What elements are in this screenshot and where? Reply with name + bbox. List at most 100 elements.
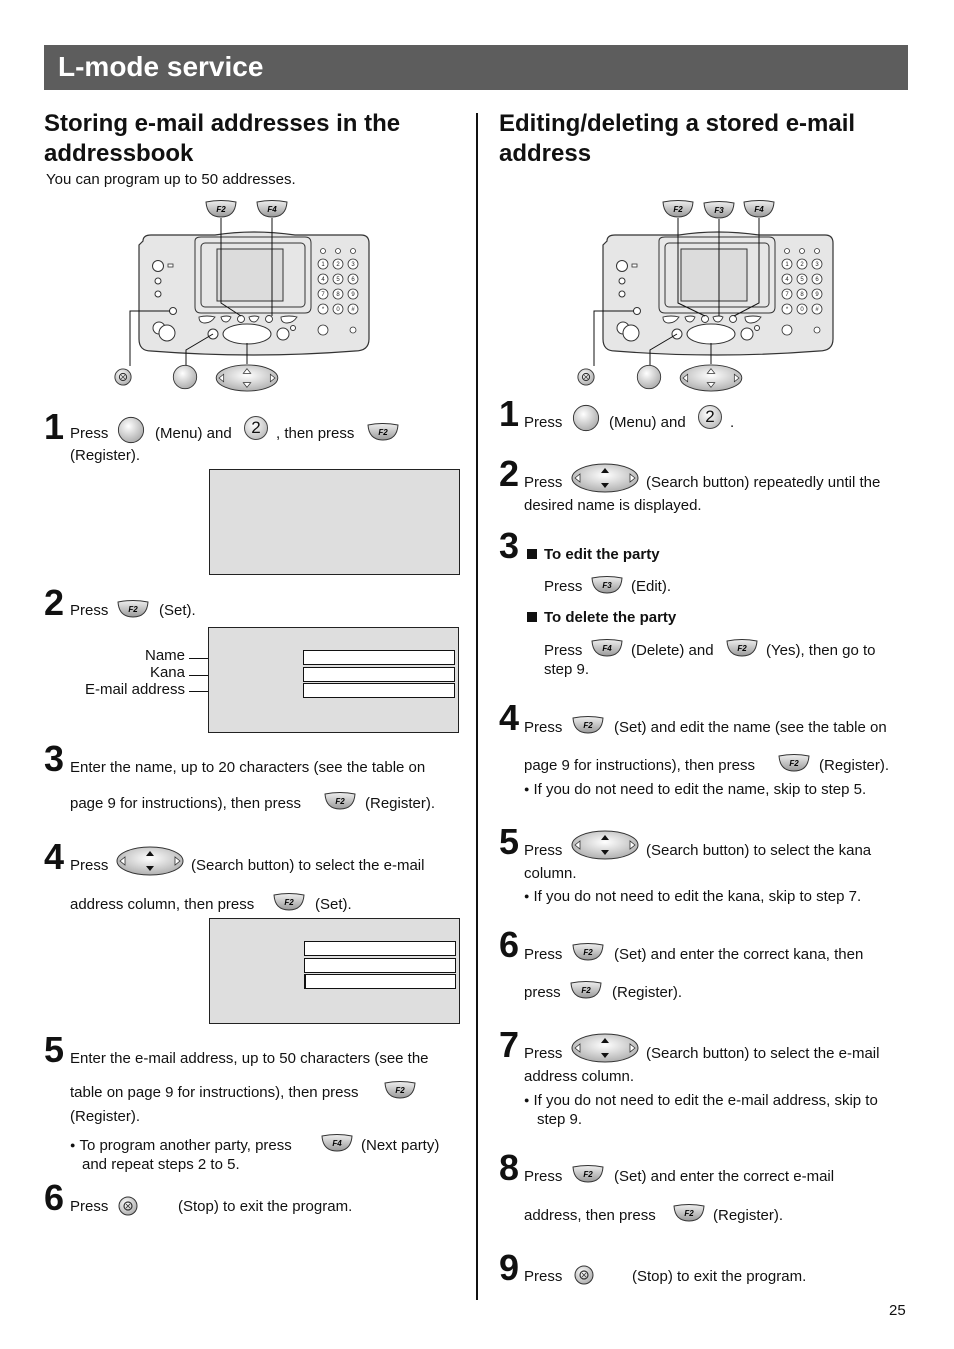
f2-label: F2 [216,205,226,214]
right-step-5-bullet-text: If you do not need to edit the kana, ski… [533,888,862,905]
svg-text:F2: F2 [284,898,294,907]
right-step-3-step9: step 9. [544,661,590,678]
f4-key-callout: F4 [743,200,775,218]
left-step-5-number: 5 [44,1029,65,1070]
square-bullet-icon [527,612,537,622]
email-field [303,683,455,698]
svg-text:F2: F2 [789,759,799,768]
right-step-4-register: (Register). [819,757,890,774]
email-leader-line [189,691,208,692]
left-step-4-set: (Set). [315,896,352,913]
f2-label: F2 [673,205,683,214]
svg-text:F2: F2 [583,948,593,957]
right-step-8-line2: address, then press [524,1207,656,1224]
left-step-5-next-party: (Next party) [361,1137,440,1154]
lcd-screen-step-4 [209,918,460,1024]
left-step-3-line2: page 9 for instructions), then press [70,795,301,812]
lcd-screen-step-2 [208,627,459,733]
right-title-line1: Editing/deleting a stored e-mail [499,110,856,137]
svg-text:F2: F2 [581,986,591,995]
svg-text:F2: F2 [583,1170,593,1179]
right-step-9-press: Press [524,1268,563,1285]
left-step-6-number: 6 [44,1177,65,1218]
left-step-5-line1: Enter the e-mail address, up to 50 chara… [70,1050,429,1067]
menu-button-icon [572,404,600,432]
right-step-1-number: 1 [499,393,520,434]
left-step-5-line2: table on page 9 for instructions), then … [70,1084,359,1101]
right-step-6-press: Press [524,946,563,963]
right-step-4-number: 4 [499,697,520,738]
right-step-9-text: (Stop) to exit the program. [632,1268,807,1285]
left-step-1-text-b: (Menu) and [155,425,232,442]
left-title-line2: addressbook [44,140,194,167]
fax-panel-diagram-right: F2 F3 F4 [572,198,847,398]
email-field-selected [304,974,456,989]
svg-text:F2: F2 [128,605,138,614]
left-step-2-text-b: (Set). [159,602,196,619]
svg-text:F2: F2 [335,797,345,806]
stop-button-icon [574,1265,594,1285]
right-step-6-register: (Register). [612,984,683,1001]
kana-leader-line [189,675,208,676]
right-step-5-bullet: If you do not need to edit the kana, ski… [524,888,861,907]
left-step-4-line1: (Search button) to select the e-mail [191,857,425,874]
right-title-line2: address [499,140,592,167]
left-step-1-text-d: (Register). [70,447,141,464]
f4-key-callout: F4 [256,200,288,218]
search-button-icon [571,830,639,860]
right-step-8-number: 8 [499,1147,520,1188]
f2-key-icon: F2 [367,423,399,441]
f2-key-icon: F2 [570,981,602,999]
right-step-1-period: . [730,414,735,431]
f2-key-icon: F2 [324,792,356,810]
f2-key-icon: F2 [726,639,758,657]
right-step-3-edit-text: (Edit). [631,578,672,595]
f4-label: F4 [267,205,277,214]
search-button-icon [116,846,184,876]
f3-key-icon: F3 [591,576,623,594]
left-step-4-press: Press [70,857,109,874]
left-step-5-register: (Register). [70,1108,141,1125]
right-step-7-number: 7 [499,1024,520,1065]
svg-text:F4: F4 [602,644,612,653]
f2-key-icon: F2 [572,943,604,961]
right-step-5-line2: column. [524,865,577,882]
left-step-3-line1: Enter the name, up to 20 characters (see… [70,759,426,776]
right-step-4-line1: (Set) and edit the name (see the table o… [614,719,887,736]
right-step-6-line1: (Set) and enter the correct kana, then [614,946,864,963]
f2-key-callout: F2 [662,200,694,218]
f4-key-icon: F4 [591,639,623,657]
right-step-3-edit-press: Press [544,578,583,595]
left-title-line1: Storing e-mail addresses in the [44,110,401,137]
right-step-5-number: 5 [499,821,520,862]
right-step-1-menu: (Menu) and [609,414,686,431]
right-step-8-press: Press [524,1168,563,1185]
kana-field [303,667,455,682]
page-number: 25 [889,1302,906,1319]
left-intro-text: You can program up to 50 addresses. [46,171,296,188]
lcd-screen-step-1 [209,469,460,575]
f4-label: F4 [754,205,764,214]
left-step-4-number: 4 [44,836,65,877]
right-step-9-number: 9 [499,1247,520,1288]
left-step-6-press: Press [70,1198,109,1215]
right-step-2-line1: (Search button) repeatedly until the [646,474,881,491]
right-step-3-number: 3 [499,525,520,566]
right-step-2-press: Press [524,474,563,491]
delete-party-heading: To delete the party [544,609,677,626]
right-step-4-bullet-text: If you do not need to edit the name, ski… [533,781,867,798]
right-step-3-yes: (Yes), then go to [766,642,876,659]
name-field [304,941,456,956]
right-step-2-line2: desired name is displayed. [524,497,702,514]
svg-text:F2: F2 [737,644,747,653]
svg-text:F2: F2 [378,428,388,437]
svg-text:F3: F3 [602,581,612,590]
right-step-3-delete: (Delete) and [631,642,714,659]
section-header-bar: L-mode service [44,45,908,90]
kana-field [304,958,456,973]
f2-key-icon: F2 [273,893,305,911]
left-step-3-register: (Register). [365,795,436,812]
f3-key-callout: F3 [703,201,735,219]
right-step-8-line1: (Set) and enter the correct e-mail [614,1168,835,1185]
fax-panel-diagram-left: F2 F4 [108,198,383,398]
